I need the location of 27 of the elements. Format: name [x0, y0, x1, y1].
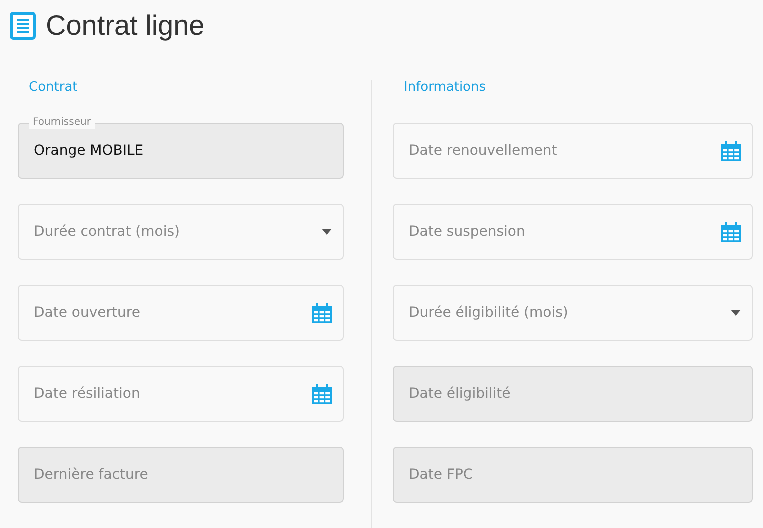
date-field[interactable]: Date renouvellement	[393, 123, 753, 179]
placeholder-text: Date suspension	[409, 224, 526, 240]
placeholder-text: Durée contrat (mois)	[34, 224, 181, 240]
placeholder-text: Date renouvellement	[409, 143, 558, 159]
calendar-icon[interactable]	[721, 141, 741, 161]
field-value: Orange MOBILE	[34, 143, 145, 159]
caret-icon[interactable]	[731, 310, 741, 316]
placeholder-text: Date résiliation	[34, 386, 142, 402]
field-label: Fournisseur	[29, 117, 95, 129]
calendar-icon[interactable]	[312, 384, 332, 404]
section-heading: Informations	[403, 80, 488, 97]
date-field[interactable]: Date résiliation	[18, 366, 344, 422]
placeholder-text: Date FPC	[409, 467, 474, 483]
page-title: Contrat ligne	[46, 10, 205, 42]
date-field[interactable]: Date ouverture	[18, 285, 344, 341]
date-field[interactable]: Date suspension	[393, 204, 753, 260]
document-icon	[10, 12, 36, 40]
dropdown-field[interactable]: Durée éligibilité (mois)	[393, 285, 753, 341]
placeholder-text: Durée éligibilité (mois)	[409, 305, 570, 321]
placeholder-text: Date éligibilité	[409, 386, 512, 402]
calendar-icon[interactable]	[721, 222, 741, 242]
placeholder-text: Date ouverture	[34, 305, 142, 321]
placeholder-text: Dernière facture	[34, 467, 150, 483]
dropdown-field[interactable]: Durée contrat (mois)	[18, 204, 344, 260]
caret-icon[interactable]	[322, 229, 332, 235]
section-heading: Contrat	[28, 80, 79, 97]
calendar-icon[interactable]	[312, 303, 332, 323]
